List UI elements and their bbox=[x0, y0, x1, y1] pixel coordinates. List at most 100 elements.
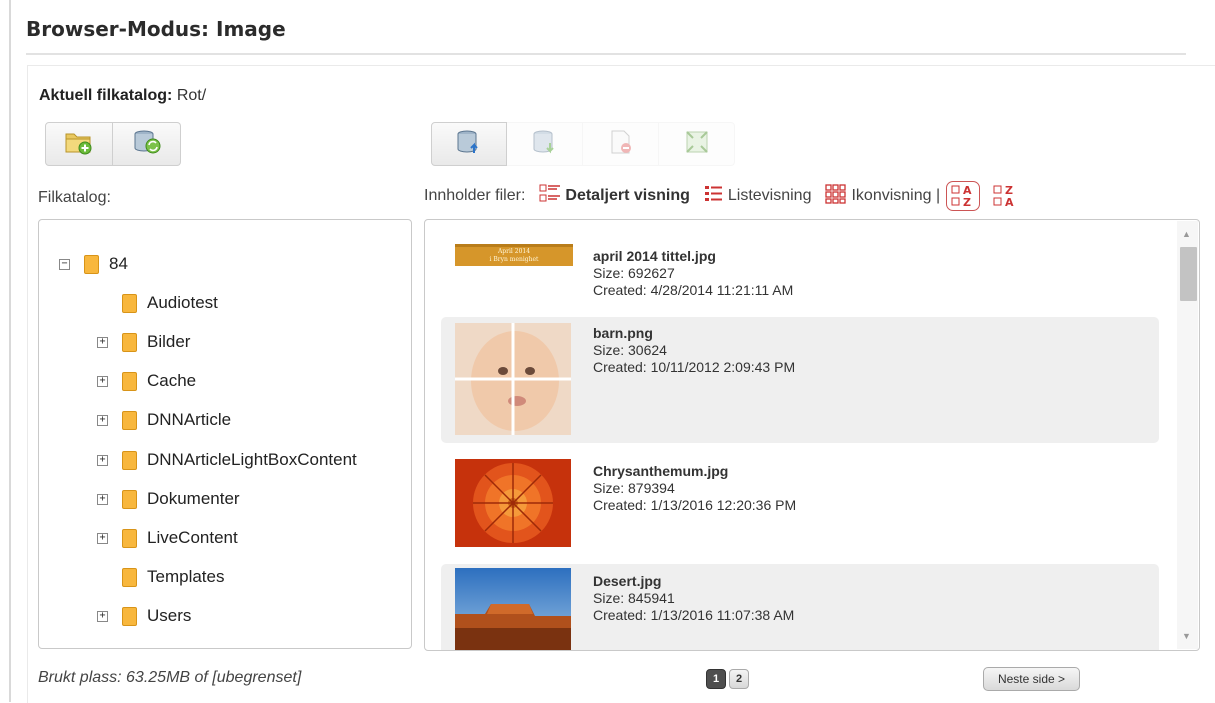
tree-node-label: Audiotest bbox=[147, 293, 218, 312]
expand-icon[interactable]: + bbox=[97, 532, 108, 544]
file-toolbar bbox=[431, 122, 735, 166]
folder-tree: − 84 Audiotest + Bilder + Cache + DNNArt… bbox=[38, 219, 412, 649]
folder-icon bbox=[122, 332, 137, 352]
tree-node-cache[interactable]: + Cache bbox=[97, 370, 196, 392]
tree-node-dnnarticle[interactable]: + DNNArticle bbox=[97, 409, 231, 431]
tree-node-label: Users bbox=[147, 606, 192, 625]
scroll-thumb[interactable] bbox=[1180, 247, 1197, 301]
list-view-icon bbox=[704, 184, 724, 209]
database-sync-icon bbox=[132, 129, 162, 160]
new-folder-button[interactable] bbox=[45, 122, 113, 166]
tree-node-label: Dokumenter bbox=[147, 489, 240, 508]
folder-icon bbox=[122, 371, 137, 391]
current-directory-value: Rot/ bbox=[176, 87, 207, 104]
next-page-button[interactable]: Neste side > bbox=[983, 667, 1080, 691]
thumbnail-subtitle: i Bryn menighet bbox=[490, 256, 540, 263]
file-size: Size: 879394 bbox=[593, 480, 675, 496]
file-item[interactable]: April 2014 i Bryn menighet april 2014 ti… bbox=[441, 234, 1159, 310]
file-list: April 2014 i Bryn menighet april 2014 ti… bbox=[424, 219, 1200, 651]
window-edge bbox=[9, 0, 11, 702]
tree-node-label: DNNArticleLightBoxContent bbox=[147, 450, 357, 469]
tree-node-livecontent[interactable]: + LiveContent bbox=[97, 527, 238, 549]
file-name: Desert.jpg bbox=[593, 573, 662, 589]
collapse-icon[interactable]: − bbox=[59, 258, 70, 270]
file-delete-icon bbox=[606, 129, 636, 160]
tree-node-dokumenter[interactable]: + Dokumenter bbox=[97, 488, 240, 510]
image-resize-icon bbox=[682, 129, 712, 160]
vertical-scrollbar[interactable]: ▲ ▼ bbox=[1177, 221, 1198, 649]
folder-icon bbox=[122, 410, 137, 430]
tree-node-templates[interactable]: Templates bbox=[122, 566, 224, 588]
pagination: 1 2 bbox=[706, 669, 752, 689]
file-size: Size: 30624 bbox=[593, 342, 667, 358]
current-directory: Aktuell filkatalog: Rot/ bbox=[39, 87, 206, 105]
icon-view-label: Ikonvisning | bbox=[851, 187, 941, 204]
sort-descending-icon: Z A bbox=[993, 184, 1014, 209]
folder-icon bbox=[122, 293, 137, 313]
scroll-down-icon[interactable]: ▼ bbox=[1182, 631, 1191, 641]
expand-icon[interactable]: + bbox=[97, 493, 108, 505]
icon-view-icon bbox=[825, 183, 847, 209]
list-view-label: Listevisning bbox=[727, 187, 812, 204]
thumbnail-title: April 2014 bbox=[497, 248, 530, 255]
folder-icon bbox=[122, 528, 137, 548]
tree-node-label: 84 bbox=[109, 254, 128, 273]
file-thumbnail[interactable]: April 2014 i Bryn menighet bbox=[455, 244, 573, 266]
sort-descending-button[interactable]: Z A bbox=[992, 183, 1018, 209]
file-item[interactable]: Desert.jpg Size: 845941 Created: 1/13/20… bbox=[441, 564, 1159, 650]
sort-descending-bottom-letter: A bbox=[1005, 196, 1014, 209]
icon-view-link[interactable]: Ikonvisning | bbox=[825, 183, 941, 209]
tree-node-84[interactable]: − 84 bbox=[59, 253, 128, 275]
title-divider bbox=[26, 53, 1186, 55]
folder-icon bbox=[84, 254, 99, 274]
file-thumbnail[interactable] bbox=[455, 459, 571, 547]
detailed-view-link[interactable]: Detaljert visning bbox=[539, 184, 690, 209]
expand-icon[interactable]: + bbox=[97, 375, 108, 387]
sort-ascending-icon: A Z bbox=[951, 184, 972, 209]
file-created: Created: 4/28/2014 11:21:11 AM bbox=[593, 282, 794, 298]
view-mode-bar: Innholder filer: Detaljert visning Liste… bbox=[424, 180, 1018, 212]
folder-icon bbox=[122, 567, 137, 587]
expand-icon[interactable]: + bbox=[97, 414, 108, 426]
expand-icon[interactable]: + bbox=[97, 336, 108, 348]
tree-node-label: Templates bbox=[147, 567, 225, 586]
list-view-link[interactable]: Listevisning bbox=[704, 184, 812, 209]
page-2-button[interactable]: 2 bbox=[729, 669, 749, 689]
detailed-view-label: Detaljert visning bbox=[565, 187, 690, 204]
download-button[interactable] bbox=[507, 122, 583, 166]
folder-icon bbox=[122, 606, 137, 626]
resize-button[interactable] bbox=[659, 122, 735, 166]
folder-icon bbox=[122, 450, 137, 470]
tree-node-users[interactable]: + Users bbox=[97, 605, 191, 627]
current-directory-label: Aktuell filkatalog: bbox=[39, 87, 173, 104]
file-name: Chrysanthemum.jpg bbox=[593, 463, 729, 479]
file-item[interactable]: barn.png Size: 30624 Created: 10/11/2012… bbox=[441, 317, 1159, 443]
detailed-view-icon bbox=[539, 184, 561, 209]
file-created: Created: 1/13/2016 12:20:36 PM bbox=[593, 497, 797, 513]
file-name: barn.png bbox=[593, 325, 653, 341]
scroll-up-icon[interactable]: ▲ bbox=[1182, 229, 1191, 239]
tree-node-label: Cache bbox=[147, 371, 197, 390]
file-size: Size: 845941 bbox=[593, 590, 675, 606]
folder-add-icon bbox=[64, 129, 94, 160]
upload-button[interactable] bbox=[431, 122, 507, 166]
delete-button[interactable] bbox=[583, 122, 659, 166]
page-1-button[interactable]: 1 bbox=[706, 669, 726, 689]
expand-icon[interactable]: + bbox=[97, 454, 108, 466]
expand-icon[interactable]: + bbox=[97, 610, 108, 622]
sort-ascending-button[interactable]: A Z bbox=[946, 181, 981, 211]
file-name: april 2014 tittel.jpg bbox=[593, 248, 716, 264]
file-created: Created: 1/13/2016 11:07:38 AM bbox=[593, 607, 795, 623]
tree-node-bilder[interactable]: + Bilder bbox=[97, 331, 190, 353]
tree-node-dnnarticlelightboxcontent[interactable]: + DNNArticleLightBoxContent bbox=[97, 449, 357, 471]
database-download-icon bbox=[530, 129, 560, 160]
file-item[interactable]: Chrysanthemum.jpg Size: 879394 Created: … bbox=[441, 450, 1159, 550]
sync-button[interactable] bbox=[113, 122, 181, 166]
database-upload-icon bbox=[454, 129, 484, 160]
tree-node-audiotest[interactable]: Audiotest bbox=[122, 292, 218, 314]
folder-tree-label: Filkatalog: bbox=[38, 189, 111, 206]
file-thumbnail[interactable] bbox=[455, 323, 571, 435]
tree-node-label: Bilder bbox=[147, 332, 191, 351]
page-title: Browser-Modus: Image bbox=[26, 17, 286, 41]
file-thumbnail[interactable] bbox=[455, 568, 571, 650]
